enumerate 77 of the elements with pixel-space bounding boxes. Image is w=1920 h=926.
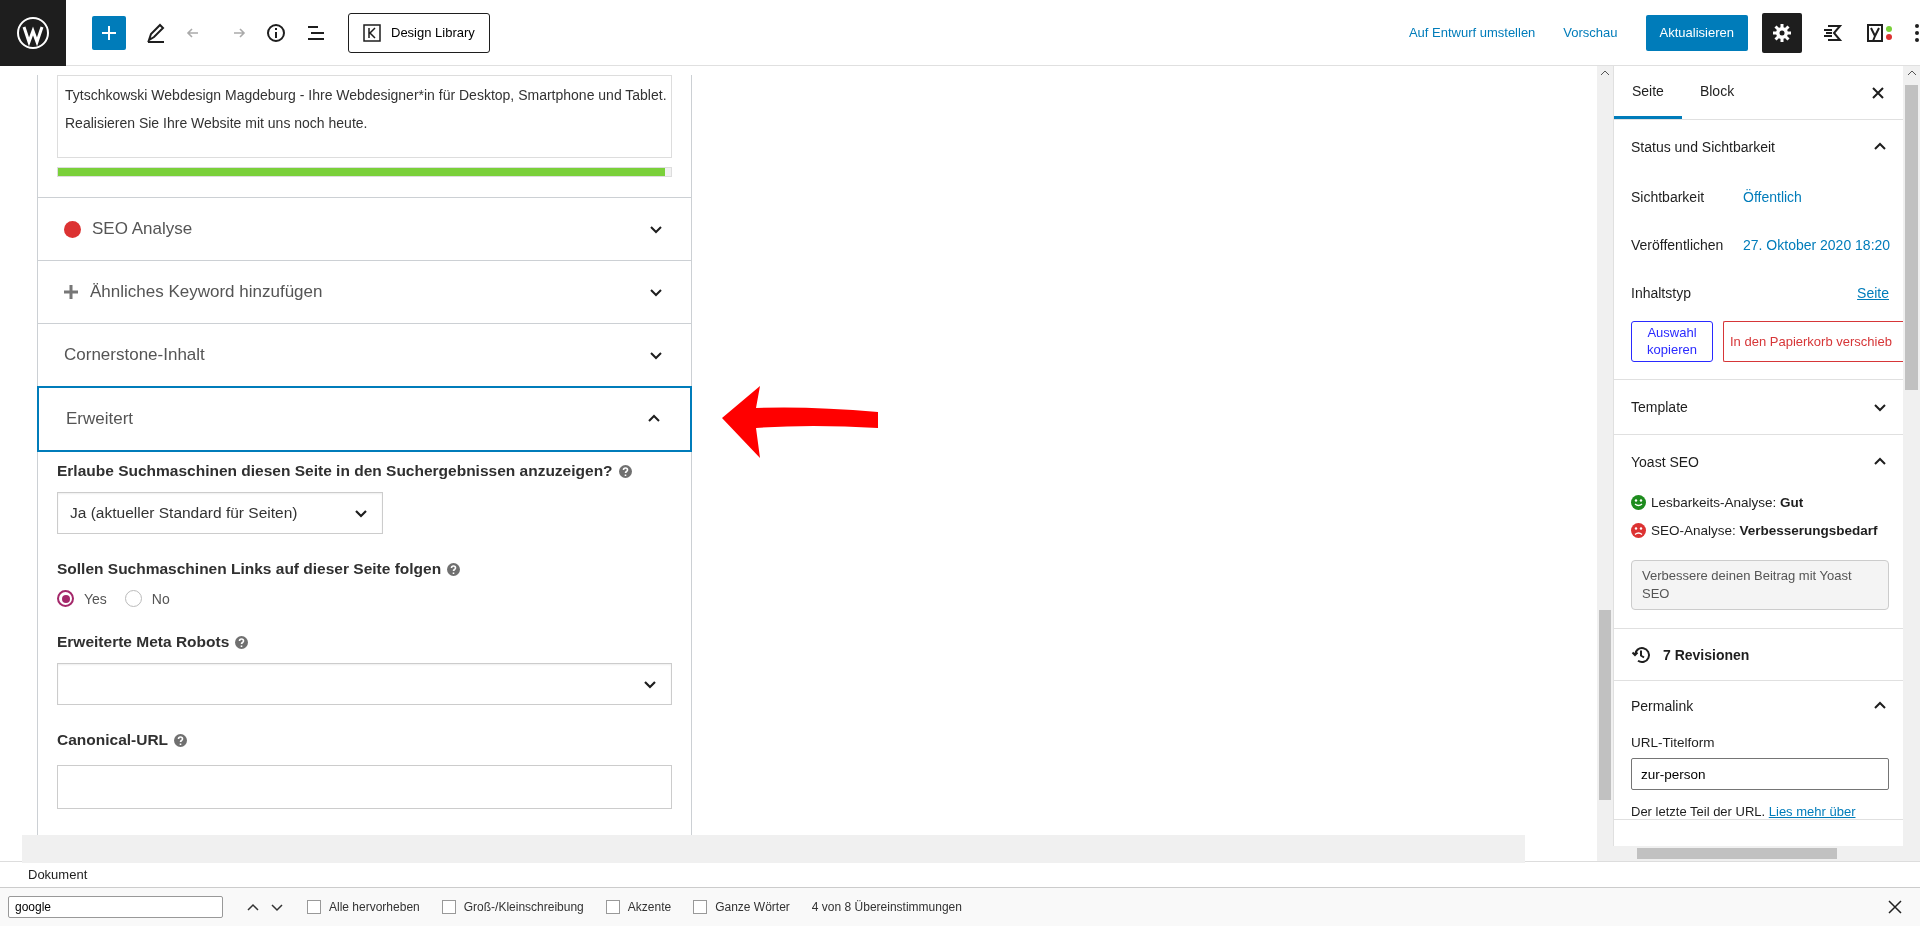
revisions-link[interactable]: 7 Revisionen: [1663, 646, 1750, 663]
analysis-result: SEO-Analyse: Verbesserungsbedarf: [1651, 522, 1878, 538]
field-label: Canonical-URL: [57, 731, 169, 749]
checkbox-label[interactable]: Groß-/Kleinschreibung: [463, 900, 584, 914]
canonical-url-field[interactable]: [57, 765, 672, 809]
preview-link[interactable]: Vorschau: [1563, 25, 1618, 40]
radio-label[interactable]: Yes: [84, 590, 107, 607]
collapsible-section[interactable]: Erweitert: [37, 386, 692, 452]
sidebar-tab[interactable]: Block: [1681, 66, 1753, 119]
collapsible-section[interactable]: Cornerstone-Inhalt: [38, 323, 691, 386]
checkbox-label[interactable]: Alle hervorheben: [329, 900, 420, 914]
radio-button[interactable]: [57, 590, 74, 607]
section-title: SEO Analyse: [92, 219, 194, 239]
info-icon[interactable]: [266, 22, 286, 43]
move-to-trash-button[interactable]: In den Papierkorb verschieb: [1723, 321, 1903, 362]
radio-label[interactable]: No: [151, 590, 170, 607]
section-title: Ähnliches Keyword hinzufügen: [90, 282, 324, 302]
panel-title[interactable]: Permalink: [1631, 698, 1694, 715]
design-library-button[interactable]: Design Library: [348, 12, 490, 53]
checkbox-label[interactable]: Ganze Wörter: [715, 900, 790, 914]
collapsible-section[interactable]: SEO Analyse: [38, 197, 691, 260]
more-options-icon[interactable]: [1914, 22, 1920, 43]
learn-more-link[interactable]: Lies mehr über: [1768, 804, 1856, 820]
help-icon[interactable]: [174, 733, 188, 747]
collapsible-section[interactable]: Ähnliches Keyword hinzufügen: [38, 260, 691, 323]
analysis-result: Lesbarkeits-Analyse: Gut: [1651, 494, 1804, 510]
checkbox[interactable]: [441, 900, 456, 914]
wordpress-logo[interactable]: [0, 0, 66, 66]
breadcrumb[interactable]: Dokument: [28, 867, 88, 882]
panel-title[interactable]: Template: [1631, 399, 1688, 415]
plus-icon: [101, 24, 117, 41]
sidebar-tab[interactable]: Seite: [1614, 66, 1682, 119]
improve-post-button[interactable]: Verbessere deinen Beitrag mit Yoast SEO: [1631, 560, 1889, 611]
update-button[interactable]: Aktualisieren: [1645, 14, 1748, 51]
section-title: Erweitert: [66, 409, 135, 429]
row-value-link[interactable]: Seite: [1857, 285, 1889, 301]
scrollbar-thumb[interactable]: [1637, 848, 1837, 859]
checkbox[interactable]: [693, 900, 708, 914]
find-field[interactable]: google: [8, 896, 223, 918]
yoast-icon[interactable]: [1864, 21, 1894, 44]
copy-selection-button[interactable]: Auswahl kopieren: [1631, 321, 1713, 362]
help-icon[interactable]: [447, 562, 461, 576]
help-icon[interactable]: [618, 464, 632, 478]
settings-button[interactable]: [1762, 12, 1802, 53]
row-value-link[interactable]: Öffentlich: [1743, 189, 1802, 205]
add-block-button[interactable]: [92, 15, 126, 50]
meta-description-field[interactable]: Tytschkowski Webdesign Magdeburg - Ihre Webdesigner*in für Desktop, Smartphone und Tablet. Realisieren Sie Ihre Website mit uns noch heute.: [57, 75, 672, 158]
help-text: Der letzte Teil der URL. Lies mehr über: [1631, 804, 1857, 820]
scrollbar-thumb[interactable]: [1905, 85, 1918, 390]
url-slug-field[interactable]: zur-person: [1631, 758, 1889, 791]
row-value-link[interactable]: 27. Oktober 2020 18:20: [1743, 237, 1891, 253]
panel-title[interactable]: Yoast SEO: [1631, 453, 1699, 470]
panel-title[interactable]: Status und Sichtbarkeit: [1631, 138, 1775, 155]
field-label: Sollen Suchmaschinen Links auf dieser Seite folgen: [57, 560, 442, 578]
switch-to-draft-link[interactable]: Auf Entwurf umstellen: [1408, 25, 1536, 40]
row-label: Sichtbarkeit: [1631, 189, 1706, 205]
match-count: 4 von 8 Übereinstimmungen: [811, 900, 962, 914]
settings-icon: [1772, 22, 1792, 43]
index-select[interactable]: Ja (aktueller Standard für Seiten): [57, 492, 383, 534]
field-label: Erlaube Suchmaschinen diesen Seite in den Suchergebnissen anzuzeigen?: [57, 462, 613, 480]
speed-lines-icon[interactable]: [1822, 22, 1844, 43]
pencil-icon[interactable]: [146, 22, 166, 43]
history-icon: [1631, 644, 1651, 665]
close-icon[interactable]: [1871, 85, 1885, 100]
field-label: Erweiterte Meta Robots: [57, 633, 230, 651]
checkbox-label[interactable]: Akzente: [627, 900, 672, 914]
checkbox[interactable]: [307, 900, 321, 914]
field-label: URL-Titelform: [1631, 735, 1716, 751]
library-icon: [363, 23, 381, 42]
help-icon[interactable]: [235, 635, 249, 649]
close-icon[interactable]: [1888, 900, 1902, 914]
row-label: Inhaltstyp: [1631, 285, 1692, 301]
plus-icon: [64, 285, 78, 299]
scrollbar-thumb[interactable]: [1599, 610, 1611, 800]
row-label: Veröffentlichen: [1631, 237, 1725, 253]
section-title: Cornerstone-Inhalt: [64, 345, 206, 365]
checkbox[interactable]: [605, 900, 620, 914]
